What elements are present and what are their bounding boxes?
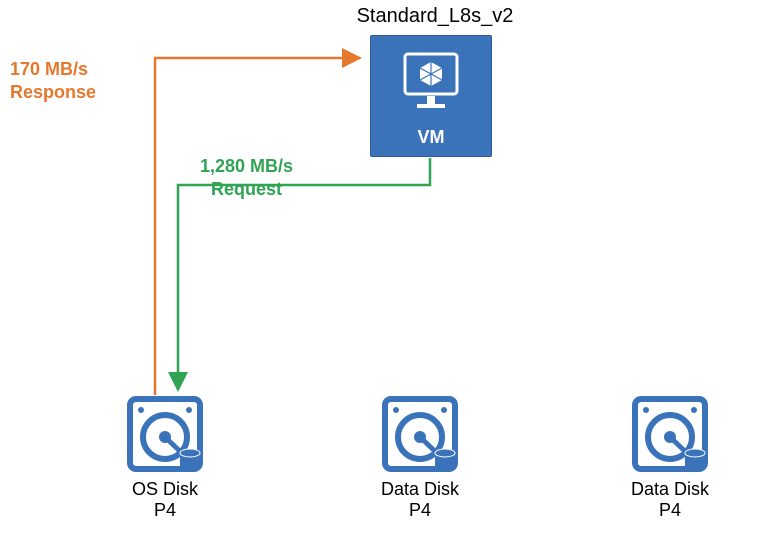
data-disk-2-tier: P4 <box>620 500 720 521</box>
os-disk-node: OS Disk P4 <box>115 395 215 521</box>
request-text: Request <box>211 179 282 199</box>
data-disk-1-node: Data Disk P4 <box>370 395 470 521</box>
os-disk-label: OS Disk <box>115 479 215 500</box>
data-disk-2-label: Data Disk <box>620 479 720 500</box>
vm-icon <box>401 48 461 118</box>
disk-icon <box>381 395 459 473</box>
data-disk-1-label: Data Disk <box>370 479 470 500</box>
response-arrow <box>155 58 360 395</box>
vm-node: VM <box>370 35 492 157</box>
request-flow-label: 1,280 MB/s Request <box>200 155 293 200</box>
disk-icon <box>631 395 709 473</box>
disk-icon <box>126 395 204 473</box>
request-value: 1,280 MB/s <box>200 156 293 176</box>
response-text: Response <box>10 82 96 102</box>
data-disk-1-tier: P4 <box>370 500 470 521</box>
os-disk-tier: P4 <box>115 500 215 521</box>
vm-box-label: VM <box>371 127 491 148</box>
response-value: 170 MB/s <box>10 59 88 79</box>
response-flow-label: 170 MB/s Response <box>10 58 96 103</box>
vm-title: Standard_L8s_v2 <box>355 5 515 28</box>
data-disk-2-node: Data Disk P4 <box>620 395 720 521</box>
